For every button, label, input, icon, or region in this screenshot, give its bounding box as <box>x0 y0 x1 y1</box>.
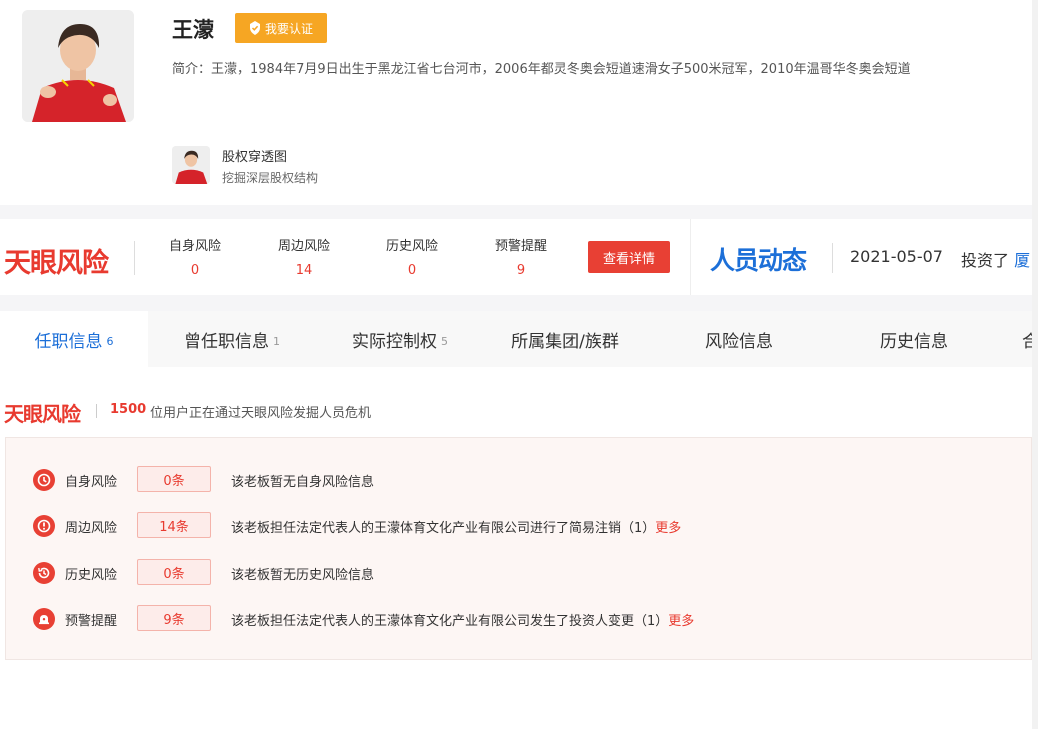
divider <box>832 243 833 273</box>
risk-description: 该老板暂无自身风险信息 <box>231 471 374 490</box>
risk-count-badge[interactable]: 0条 <box>137 466 211 492</box>
user-count: 1500 <box>110 402 147 417</box>
dynamics-link[interactable]: 厦 <box>1014 251 1030 270</box>
divider <box>96 404 97 418</box>
tab-label: 历史信息 <box>880 331 948 352</box>
stat-label: 预警提醒 <box>494 239 547 254</box>
tab-count: 6 <box>106 334 114 348</box>
risk-text: 该老板暂无自身风险信息 <box>231 475 375 490</box>
dynamics-date: 2021-05-07 <box>850 247 943 266</box>
divider <box>690 219 691 295</box>
tab-label: 任职信息 <box>34 331 103 352</box>
user-count-text: 位用户正在通过天眼风险发掘人员危机 <box>150 406 372 421</box>
verified-badge-icon <box>249 21 260 35</box>
stat-value: 14 <box>295 263 313 278</box>
risk-label: 周边风险 <box>65 521 118 536</box>
stat-label: 自身风险 <box>168 239 221 254</box>
tab-count: 1 <box>273 334 280 348</box>
stat-label: 历史风险 <box>385 239 438 254</box>
stat-surrounding-risk[interactable]: 周边风险 14 <box>264 235 344 278</box>
risk-row-self: 自身风险 0条 该老板暂无自身风险信息 <box>6 465 1033 495</box>
clock-alert-icon <box>33 469 55 491</box>
profile-avatar <box>22 10 134 122</box>
tab-current-positions[interactable]: 任职信息 6 <box>0 311 148 367</box>
risk-description: 该老板担任法定代表人的王濛体育文化产业有限公司发生了投资人变更（1）更多 <box>231 610 694 629</box>
dynamics-action: 投资了 <box>961 251 1010 270</box>
tab-risk-info[interactable]: 风险信息 <box>655 311 823 367</box>
tianyan-risk-logo: 天眼风险 <box>4 248 109 279</box>
risk-text: 该老板担任法定代表人的王濛体育文化产业有限公司发生了投资人变更（1） <box>231 614 669 629</box>
equity-graph-subtitle: 挖掘深层股权结构 <box>222 171 319 185</box>
risk-count-badge[interactable]: 0条 <box>137 559 211 585</box>
risk-text: 该老板担任法定代表人的王濛体育文化产业有限公司进行了简易注销（1） <box>231 521 656 536</box>
stat-value: 0 <box>190 263 200 278</box>
risk-description: 该老板担任法定代表人的王濛体育文化产业有限公司进行了简易注销（1）更多 <box>231 517 681 536</box>
stat-value: 9 <box>516 263 526 278</box>
stat-value: 0 <box>407 263 417 278</box>
risk-count-badge[interactable]: 9条 <box>137 605 211 631</box>
more-link[interactable]: 更多 <box>655 521 681 536</box>
tab-count: 5 <box>441 334 448 348</box>
risk-summary-band: 天眼风险 自身风险 0 周边风险 14 历史风险 0 预警提醒 9 查看详情 人… <box>0 219 1032 295</box>
tab-label: 合 <box>1022 331 1032 352</box>
tab-more[interactable]: 合 <box>1022 311 1032 367</box>
view-details-button[interactable]: 查看详情 <box>588 241 670 273</box>
risk-text: 该老板暂无历史风险信息 <box>231 568 375 583</box>
divider <box>134 241 135 275</box>
person-dynamics-logo: 人员动态 <box>710 246 807 275</box>
risk-row-history: 历史风险 0条 该老板暂无历史风险信息 <box>6 558 1033 588</box>
person-bio: 简介：王濛，1984年7月9日出生于黑龙江省七台河市，2006年都灵冬奥会短道速… <box>172 62 911 77</box>
risk-label: 预警提醒 <box>65 614 118 629</box>
certify-label: 我要认证 <box>264 21 313 36</box>
stat-warning[interactable]: 预警提醒 9 <box>481 235 561 278</box>
tab-label: 风险信息 <box>705 331 773 352</box>
section-separator <box>0 295 1032 311</box>
stat-label: 周边风险 <box>277 239 330 254</box>
risk-label: 历史风险 <box>65 568 118 583</box>
section-separator <box>0 205 1032 219</box>
person-name: 王濛 <box>172 18 214 42</box>
tab-actual-control[interactable]: 实际控制权 5 <box>316 311 484 367</box>
alarm-bell-icon <box>33 608 55 630</box>
tab-label: 所属集团/族群 <box>511 331 619 352</box>
tianyan-risk-logo-small: 天眼风险 <box>4 402 81 426</box>
equity-graph-link[interactable]: 股权穿透图 <box>222 146 287 165</box>
risk-detail-box: 自身风险 0条 该老板暂无自身风险信息 周边风险 14条 该老板担任法定代表人的… <box>5 437 1032 660</box>
tab-label: 曾任职信息 <box>184 331 269 352</box>
tab-label: 实际控制权 <box>352 331 437 352</box>
risk-description: 该老板暂无历史风险信息 <box>231 564 374 583</box>
stat-history-risk[interactable]: 历史风险 0 <box>372 235 452 278</box>
certify-button[interactable]: 我要认证 <box>235 13 327 43</box>
target-alert-icon <box>33 515 55 537</box>
info-tabs: 任职信息 6 曾任职信息 1 实际控制权 5 所属集团/族群 风险信息 历史信息 合 <box>0 311 1032 367</box>
risk-row-warning: 预警提醒 9条 该老板担任法定代表人的王濛体育文化产业有限公司发生了投资人变更（… <box>6 604 1033 634</box>
history-icon <box>33 562 55 584</box>
equity-avatar[interactable] <box>172 146 210 184</box>
stat-self-risk[interactable]: 自身风险 0 <box>155 235 235 278</box>
more-link[interactable]: 更多 <box>668 614 694 629</box>
tab-past-positions[interactable]: 曾任职信息 1 <box>148 311 316 367</box>
dynamics-entry[interactable]: 投资了 厦 <box>961 247 1032 271</box>
page-scrollbar[interactable] <box>1032 0 1038 729</box>
risk-label: 自身风险 <box>65 475 118 490</box>
tab-history-info[interactable]: 历史信息 <box>830 311 998 367</box>
tab-group[interactable]: 所属集团/族群 <box>484 311 646 367</box>
risk-row-surrounding: 周边风险 14条 该老板担任法定代表人的王濛体育文化产业有限公司进行了简易注销（… <box>6 511 1033 541</box>
risk-count-badge[interactable]: 14条 <box>137 512 211 538</box>
